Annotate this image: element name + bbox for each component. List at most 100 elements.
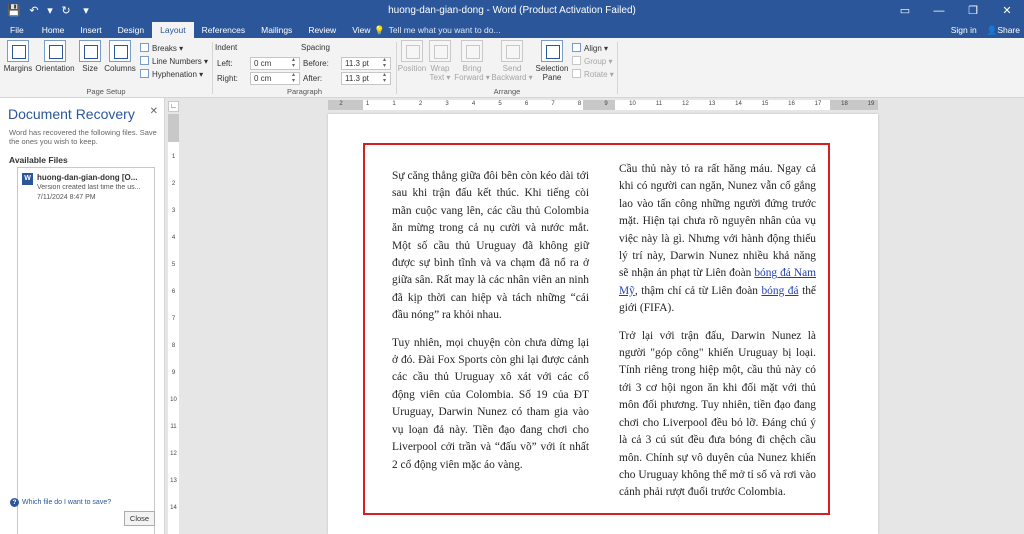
tab-selector-icon[interactable]: ∟: [168, 101, 179, 112]
restore-icon[interactable]: ❐: [956, 0, 990, 22]
sign-in-link[interactable]: Sign in: [951, 22, 977, 38]
ruler-number: 1: [365, 101, 370, 107]
group-button[interactable]: Group ▾: [572, 56, 612, 67]
ruler-number: 12: [170, 451, 177, 457]
columns-button[interactable]: Columns: [103, 40, 137, 73]
selection-pane-button[interactable]: Selection Pane: [534, 40, 570, 82]
available-files-heading: Available Files: [9, 155, 68, 165]
text-run: , thậm chí cả từ Liên đoàn: [634, 284, 762, 297]
recovered-file-item[interactable]: W huong-dan-gian-dong [O... Version crea…: [20, 170, 152, 204]
tab-layout[interactable]: Layout: [152, 22, 194, 39]
columns-label: Columns: [104, 64, 136, 73]
close-button[interactable]: Close: [124, 511, 155, 526]
pane-close-icon[interactable]: ✕: [150, 106, 158, 117]
tell-me-box[interactable]: 💡 Tell me what you want to do...: [374, 22, 501, 38]
ribbon-display-options-icon[interactable]: ▭: [888, 0, 922, 22]
send-backward-button[interactable]: Send Backward ▾: [490, 40, 534, 82]
paragraph-group: Indent Left: 0 cm Right: 0 cm Spacing Be…: [213, 40, 396, 96]
breaks-button[interactable]: Breaks ▾: [140, 43, 183, 54]
tab-home[interactable]: Home: [34, 22, 73, 38]
spacing-before-label: Before:: [303, 59, 329, 68]
tab-design[interactable]: Design: [110, 22, 152, 38]
text-column-1[interactable]: Sự căng thẳng giữa đôi bên còn kéo dài t…: [392, 168, 589, 484]
indent-left-input[interactable]: 0 cm: [250, 57, 300, 70]
ruler-number: 8: [171, 343, 176, 349]
paragraph-label: Paragraph: [286, 87, 323, 96]
breaks-icon: [140, 43, 149, 52]
link-bong-da[interactable]: bóng đá: [761, 285, 798, 297]
send-backward-icon: [501, 40, 523, 62]
ruler-number: 18: [841, 101, 848, 107]
close-icon[interactable]: ✕: [990, 0, 1024, 22]
ruler-number: 7: [551, 101, 555, 107]
indent-left-label: Left:: [217, 59, 233, 68]
position-icon: [401, 40, 423, 62]
spacing-after-input[interactable]: 11.3 pt: [341, 72, 391, 85]
rotate-button[interactable]: Rotate ▾: [572, 69, 614, 80]
recovered-files-list[interactable]: W huong-dan-gian-dong [O... Version crea…: [17, 167, 155, 534]
indent-right-input[interactable]: 0 cm: [250, 72, 300, 85]
orientation-button[interactable]: Orientation: [33, 40, 77, 73]
selection-pane-label-1: Selection: [535, 64, 569, 73]
share-button[interactable]: 👤Share: [987, 22, 1020, 38]
ruler-number: 4: [171, 235, 176, 241]
indent-right-label: Right:: [217, 74, 238, 83]
rotate-label: Rotate ▾: [584, 70, 614, 79]
person-icon: 👤: [986, 25, 998, 35]
minimize-icon[interactable]: —: [922, 0, 956, 22]
title-bar: 💾 ↶ ▾ ↻ ▾ huong-dan-gian-dong - Word (Pr…: [0, 0, 1024, 22]
window-controls: ▭ — ❐ ✕: [888, 0, 1024, 22]
which-file-link[interactable]: ? Which file do I want to save?: [10, 498, 111, 507]
tab-mailings[interactable]: Mailings: [253, 22, 300, 38]
rotate-icon: [572, 69, 581, 78]
tab-review[interactable]: Review: [300, 22, 344, 38]
breaks-label: Breaks ▾: [152, 44, 184, 53]
group-label: Group ▾: [584, 57, 613, 66]
wrap-text-button[interactable]: Wrap Text ▾: [427, 40, 453, 82]
size-icon: [79, 40, 101, 62]
ruler-number: 12: [682, 101, 689, 107]
spacing-before-input[interactable]: 11.3 pt: [341, 57, 391, 70]
ruler-number: 13: [708, 101, 716, 107]
tell-me-text: Tell me what you want to do...: [388, 25, 501, 35]
tab-insert[interactable]: Insert: [72, 22, 109, 38]
selection-pane-label-2: Pane: [542, 73, 562, 82]
text-column-2[interactable]: Cầu thủ này tỏ ra rất hăng máu. Ngay cả …: [619, 161, 816, 512]
size-button[interactable]: Size: [78, 40, 102, 73]
ruler-number: 10: [629, 101, 636, 107]
ruler-number: 7: [171, 316, 176, 322]
wrap-text-label-2: Text ▾: [429, 73, 451, 82]
align-label: Align ▾: [584, 44, 609, 53]
spacing-heading: Spacing: [301, 43, 330, 52]
ruler-number: 14: [170, 505, 177, 511]
hyphenation-button[interactable]: Hyphenation ▾: [140, 69, 203, 80]
send-backward-label-1: Send: [502, 64, 522, 73]
hyphenation-icon: [140, 69, 149, 78]
tab-file[interactable]: File: [0, 22, 34, 38]
file-version: Version created last time the us...: [37, 184, 141, 191]
ruler-number: 9: [171, 370, 176, 376]
margins-button[interactable]: Margins: [3, 40, 33, 73]
ruler-number: 8: [577, 101, 582, 107]
arrange-label: Arrange: [493, 87, 521, 96]
bring-forward-icon: [461, 40, 483, 62]
ruler-number: 19: [867, 101, 875, 107]
ruler-number: 2: [418, 101, 423, 107]
share-label: Share: [997, 25, 1020, 35]
indent-heading: Indent: [215, 43, 238, 52]
ruler-number: 15: [761, 101, 769, 107]
bring-forward-button[interactable]: Bring Forward ▾: [454, 40, 490, 82]
ruler-number: 11: [655, 101, 663, 107]
horizontal-ruler[interactable]: 2 1 1 2 3 4 5 6 7 8 9 10 11 12 13 14 15 16 17 18 19: [328, 100, 878, 110]
spacing-after-label: After:: [303, 74, 323, 83]
line-numbers-button[interactable]: Line Numbers ▾: [140, 56, 208, 67]
bring-forward-label-2: Forward ▾: [454, 73, 490, 82]
vertical-ruler[interactable]: 1 2 3 4 5 6 7 8 9 10 11 12 13 14: [168, 114, 179, 534]
position-button[interactable]: Position: [397, 40, 427, 73]
document-recovery-pane: Document Recovery ✕ Word has recovered t…: [0, 98, 165, 534]
align-button[interactable]: Align ▾: [572, 43, 608, 54]
which-file-text: Which file do I want to save?: [22, 499, 112, 506]
ruler-number: 16: [788, 101, 795, 107]
hyphenation-label: Hyphenation ▾: [152, 70, 204, 79]
tab-references[interactable]: References: [194, 22, 253, 38]
